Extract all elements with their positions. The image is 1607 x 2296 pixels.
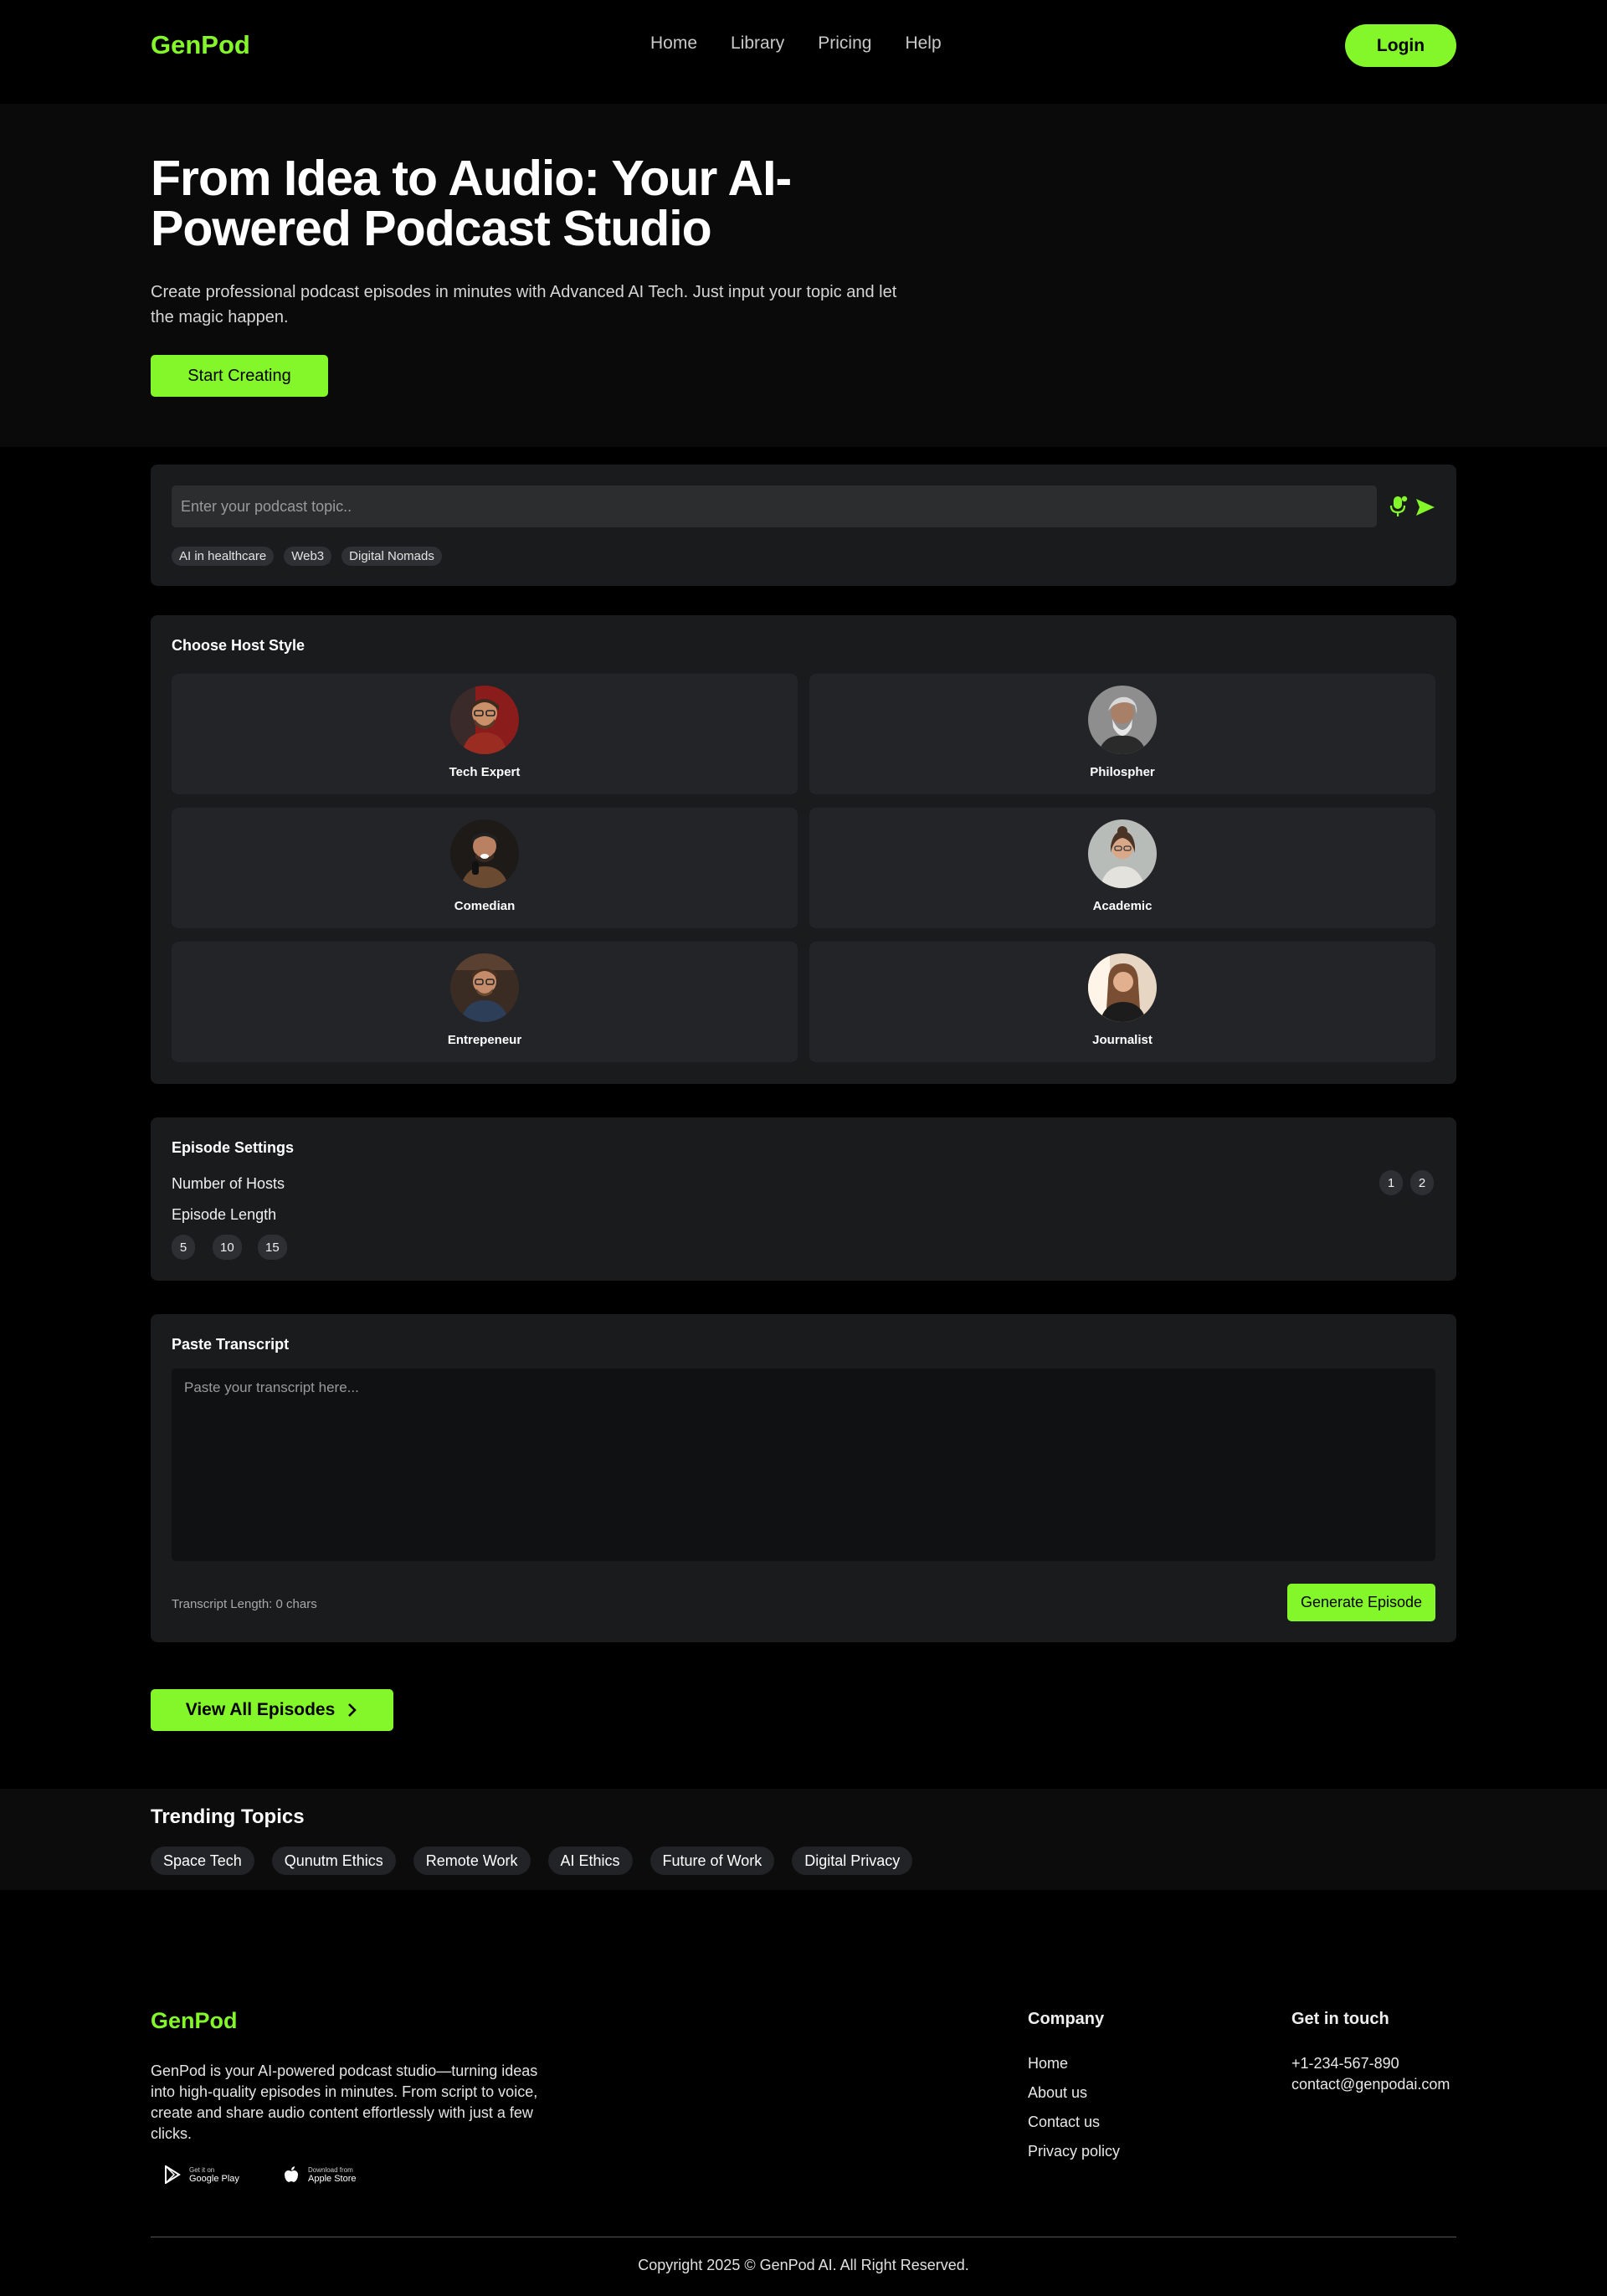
hosts-option-2[interactable]: 2 [1410, 1170, 1434, 1195]
footer-logo[interactable]: GenPod [151, 2008, 238, 2034]
nav-link-pricing[interactable]: Pricing [818, 33, 871, 54]
nav-link-library[interactable]: Library [731, 33, 784, 54]
trending-topic-chip[interactable]: Qunutm Ethics [271, 1847, 396, 1875]
transcript-length: Transcript Length: 0 chars [172, 1597, 317, 1611]
nav-links: Home Library Pricing Help [650, 33, 942, 54]
contact-email[interactable]: contact@genpodai.com [1291, 2076, 1450, 2093]
length-option-10[interactable]: 10 [213, 1235, 242, 1260]
nav-link-home[interactable]: Home [650, 33, 697, 54]
host-grid: Tech Expert Philospher Comedian Academic… [172, 674, 1435, 1062]
length-option-5[interactable]: 5 [172, 1235, 195, 1260]
logo[interactable]: GenPod [151, 30, 250, 60]
footer-description: GenPod is your AI-powered podcast studio… [151, 2062, 538, 2142]
google-play-small: Get it on [189, 2165, 215, 2174]
copyright: Copyright 2025 © GenPod AI. All Right Re… [638, 2257, 969, 2273]
host-name: Entrepeneur [447, 1033, 522, 1047]
chevron-right-icon [348, 1703, 357, 1717]
transcript-textarea[interactable] [172, 1369, 1435, 1561]
host-name: Philospher [1090, 765, 1155, 779]
trending-topic-chip[interactable]: AI Ethics [547, 1847, 633, 1875]
view-all-label: View All Episodes [185, 1700, 336, 1719]
footer-link-contact[interactable]: Contact us [1028, 2114, 1100, 2131]
microphone-icon[interactable] [1389, 495, 1409, 518]
apple-store-small: Download from [308, 2165, 353, 2174]
host-option-comedian[interactable]: Comedian [172, 808, 798, 928]
start-creating-button[interactable]: Start Creating [151, 355, 328, 397]
company-title: Company [1028, 2010, 1105, 2028]
view-all-episodes-button[interactable]: View All Episodes [151, 1689, 393, 1731]
host-option-journalist[interactable]: Journalist [809, 942, 1435, 1062]
nav-link-help[interactable]: Help [905, 33, 941, 54]
host-style-card: Choose Host Style Tech Expert Philospher… [151, 615, 1456, 1084]
trending-topic-chip[interactable]: Space Tech [151, 1847, 254, 1875]
transcript-card: Paste Transcript Transcript Length: 0 ch… [151, 1314, 1456, 1642]
contact-title: Get in touch [1291, 2010, 1389, 2028]
hosts-option-1[interactable]: 1 [1379, 1170, 1403, 1195]
topic-card: AI in healthcare Web3 Digital Nomads [151, 465, 1456, 586]
topic-suggestion-chip[interactable]: Digital Nomads [341, 547, 442, 566]
send-icon[interactable] [1414, 496, 1436, 518]
trending-section: Trending Topics Space Tech Qunutm Ethics… [0, 1789, 1607, 1890]
google-play-big: Google Play [189, 2173, 239, 2184]
topic-suggestions: AI in healthcare Web3 Digital Nomads [172, 547, 442, 566]
episode-settings-title: Episode Settings [172, 1139, 295, 1156]
host-name: Tech Expert [449, 765, 521, 779]
hero-title: From Idea to Audio: Your AI-Powered Podc… [151, 151, 792, 256]
host-name: Comedian [454, 899, 516, 913]
host-option-philosopher[interactable]: Philospher [809, 674, 1435, 794]
trending-title: Trending Topics [151, 1805, 305, 1828]
trending-topic-chip[interactable]: Future of Work [649, 1847, 775, 1875]
apple-store-big: Apple Store [308, 2173, 357, 2184]
hero-section: From Idea to Audio: Your AI-Powered Podc… [0, 104, 1607, 447]
avatar [1088, 953, 1157, 1022]
topic-suggestion-chip[interactable]: AI in healthcare [172, 547, 275, 566]
host-name: Journalist [1092, 1033, 1153, 1047]
avatar [1088, 686, 1157, 754]
generate-episode-button[interactable]: Generate Episode [1287, 1584, 1435, 1621]
host-option-tech-expert[interactable]: Tech Expert [172, 674, 798, 794]
trending-topic-chip[interactable]: Digital Privacy [792, 1847, 913, 1875]
apple-icon [285, 2166, 298, 2182]
topic-suggestion-chip[interactable]: Web3 [284, 547, 332, 566]
episode-settings-card: Episode Settings Number of Hosts 1 2 Epi… [151, 1117, 1456, 1281]
host-option-academic[interactable]: Academic [809, 808, 1435, 928]
episode-length-label: Episode Length [172, 1206, 277, 1223]
footer-link-privacy[interactable]: Privacy policy [1028, 2143, 1120, 2160]
host-style-title: Choose Host Style [172, 637, 305, 654]
avatar [450, 953, 519, 1022]
google-play-icon [165, 2165, 181, 2184]
avatar [450, 819, 519, 888]
top-nav: GenPod Home Library Pricing Help Login [0, 0, 1607, 104]
host-option-entrepreneur[interactable]: Entrepeneur [172, 942, 798, 1062]
contact-phone[interactable]: +1-234-567-890 [1291, 2055, 1399, 2073]
length-option-15[interactable]: 15 [258, 1235, 287, 1260]
avatar [450, 686, 519, 754]
footer-link-home[interactable]: Home [1028, 2055, 1068, 2073]
google-play-badge[interactable]: Get it on Google Play [164, 2165, 239, 2184]
trending-topics: Space Tech Qunutm Ethics Remote Work AI … [151, 1847, 913, 1875]
topic-input[interactable] [172, 485, 1377, 527]
apple-store-badge[interactable]: Download from Apple Store [283, 2165, 356, 2184]
hero-subtitle: Create professional podcast episodes in … [151, 283, 897, 326]
transcript-title: Paste Transcript [172, 1336, 290, 1353]
host-name: Academic [1092, 899, 1153, 913]
trending-topic-chip[interactable]: Remote Work [413, 1847, 531, 1875]
avatar [1088, 819, 1157, 888]
number-of-hosts-label: Number of Hosts [172, 1175, 285, 1192]
footer-link-about[interactable]: About us [1028, 2084, 1087, 2102]
login-button[interactable]: Login [1345, 24, 1456, 67]
